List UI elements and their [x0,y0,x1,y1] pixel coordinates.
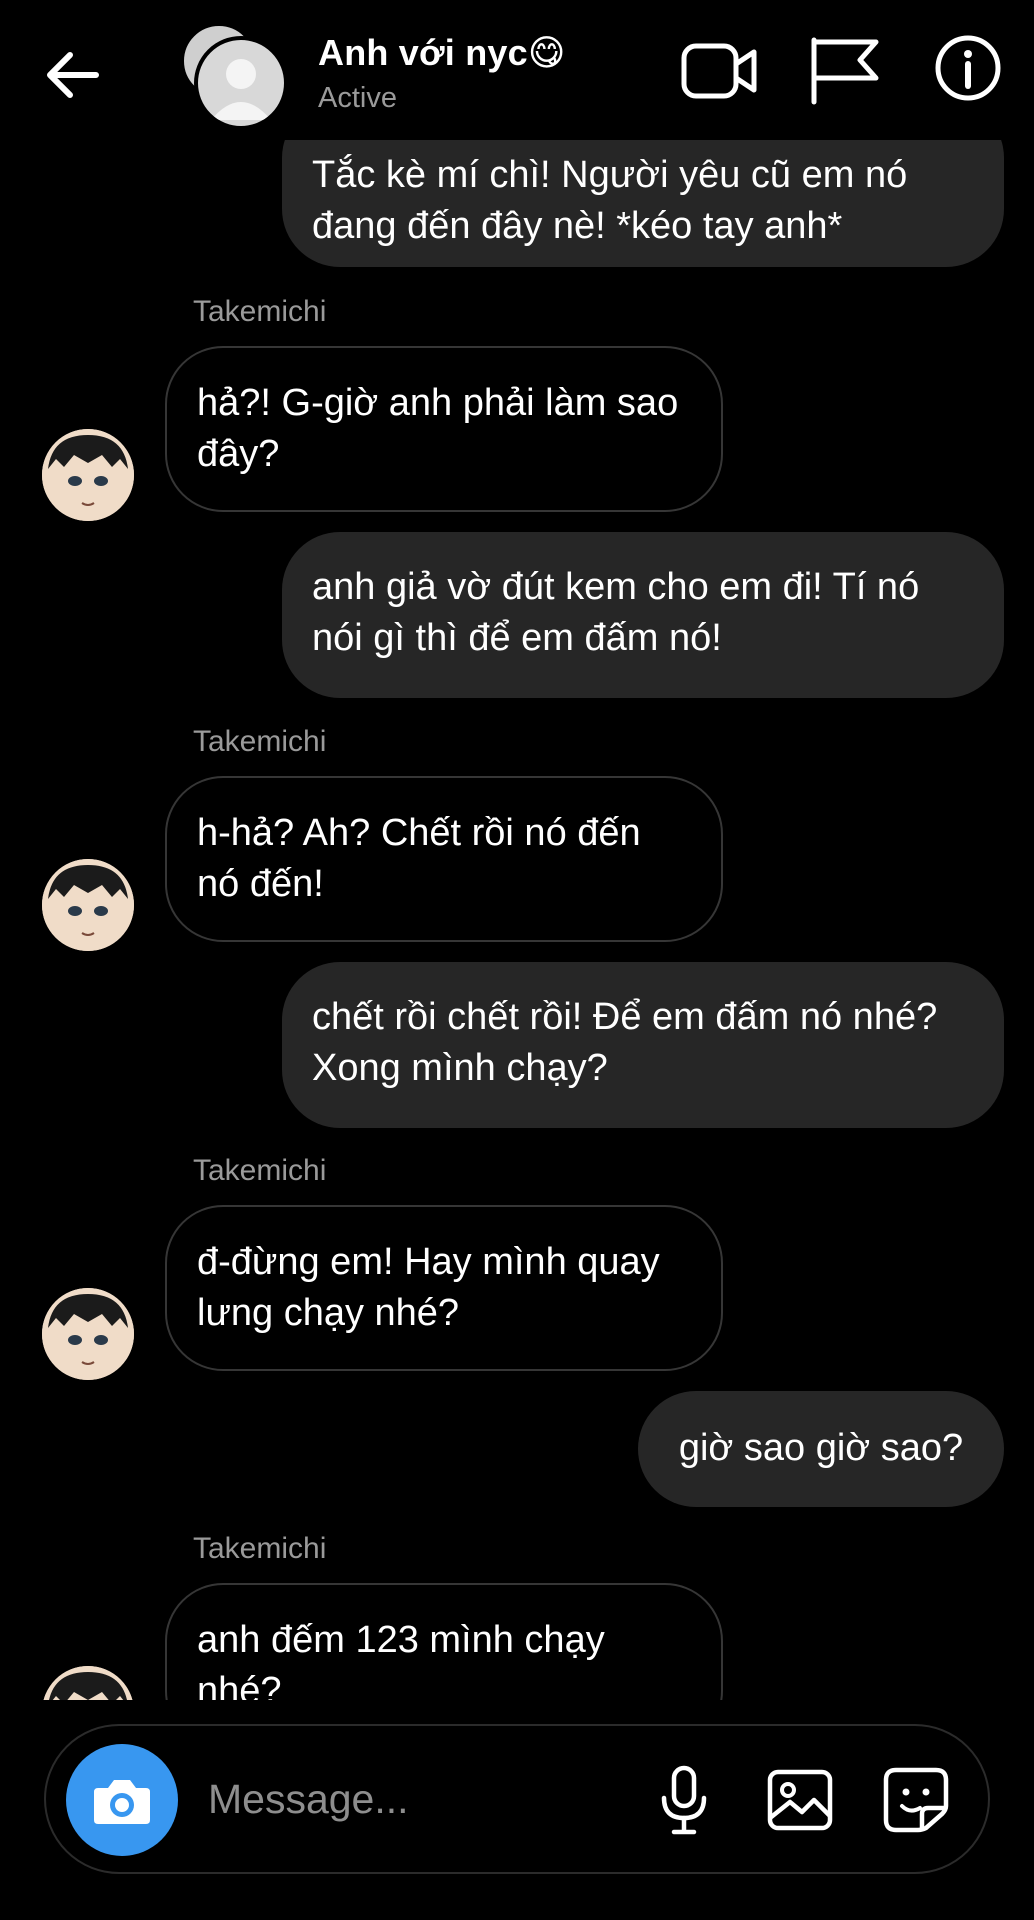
avatar-front [194,36,288,130]
outgoing-message[interactable]: chết rồi chết rồi! Để em đấm nó nhé? Xon… [282,962,1004,1128]
outgoing-message[interactable]: anh giả vờ đút kem cho em đi! Tí nó nói … [282,532,1004,698]
sender-name: Takemichi [193,1154,327,1187]
chat-header: Anh với nyc😋 Active [0,0,1034,140]
sender-name: Takemichi [193,1532,327,1565]
incoming-message[interactable]: h-hả? Ah? Chết rồi nó đến nó đến! [165,776,723,942]
flag-icon[interactable] [806,32,886,108]
sticker-icon[interactable] [878,1762,954,1838]
incoming-message[interactable]: anh đếm 123 mình chạy nhé? [165,1583,723,1700]
back-arrow-icon[interactable] [38,40,108,110]
message-text: chết rồi chết rồi! Để em đấm nó nhé? Xon… [312,996,938,1089]
message-text: anh giả vờ đút kem cho em đi! Tí nó nói … [312,566,920,659]
message-input[interactable]: Message... [208,1776,409,1823]
chat-title[interactable]: Anh với nyc😋 [318,32,566,74]
message-text: Tắc kè mí chì! Người yêu cũ em nó đang đ… [312,154,908,247]
outgoing-message[interactable]: Tắc kè mí chì! Người yêu cũ em nó đang đ… [282,140,1004,267]
message-text: đ-đừng em! Hay mình quay lưng chạy nhé? [197,1241,660,1334]
message-text: anh đếm 123 mình chạy nhé? [197,1619,605,1700]
sender-avatar[interactable] [42,1666,134,1700]
outgoing-message[interactable]: giờ sao giờ sao? [638,1391,1004,1507]
camera-button[interactable] [66,1744,178,1856]
message-text: giờ sao giờ sao? [678,1427,964,1469]
message-list[interactable]: Tắc kè mí chì! Người yêu cũ em nó đang đ… [0,140,1034,1700]
sender-name: Takemichi [193,295,327,328]
camera-icon [94,1780,150,1824]
group-avatar[interactable] [180,22,288,130]
video-call-icon[interactable] [680,32,760,108]
sender-avatar[interactable] [42,429,134,521]
message-composer: Message... [44,1724,990,1874]
microphone-icon[interactable] [646,1762,722,1838]
message-text: h-hả? Ah? Chết rồi nó đến nó đến! [197,812,641,905]
gallery-icon[interactable] [762,1762,838,1838]
sender-avatar[interactable] [42,1288,134,1380]
info-icon[interactable] [932,32,1012,108]
sender-avatar[interactable] [42,859,134,951]
incoming-message[interactable]: đ-đừng em! Hay mình quay lưng chạy nhé? [165,1205,723,1371]
incoming-message[interactable]: hả?! G-giờ anh phải làm sao đây? [165,346,723,512]
active-status: Active [318,82,397,114]
message-text: hả?! G-giờ anh phải làm sao đây? [197,382,679,475]
sender-name: Takemichi [193,725,327,758]
